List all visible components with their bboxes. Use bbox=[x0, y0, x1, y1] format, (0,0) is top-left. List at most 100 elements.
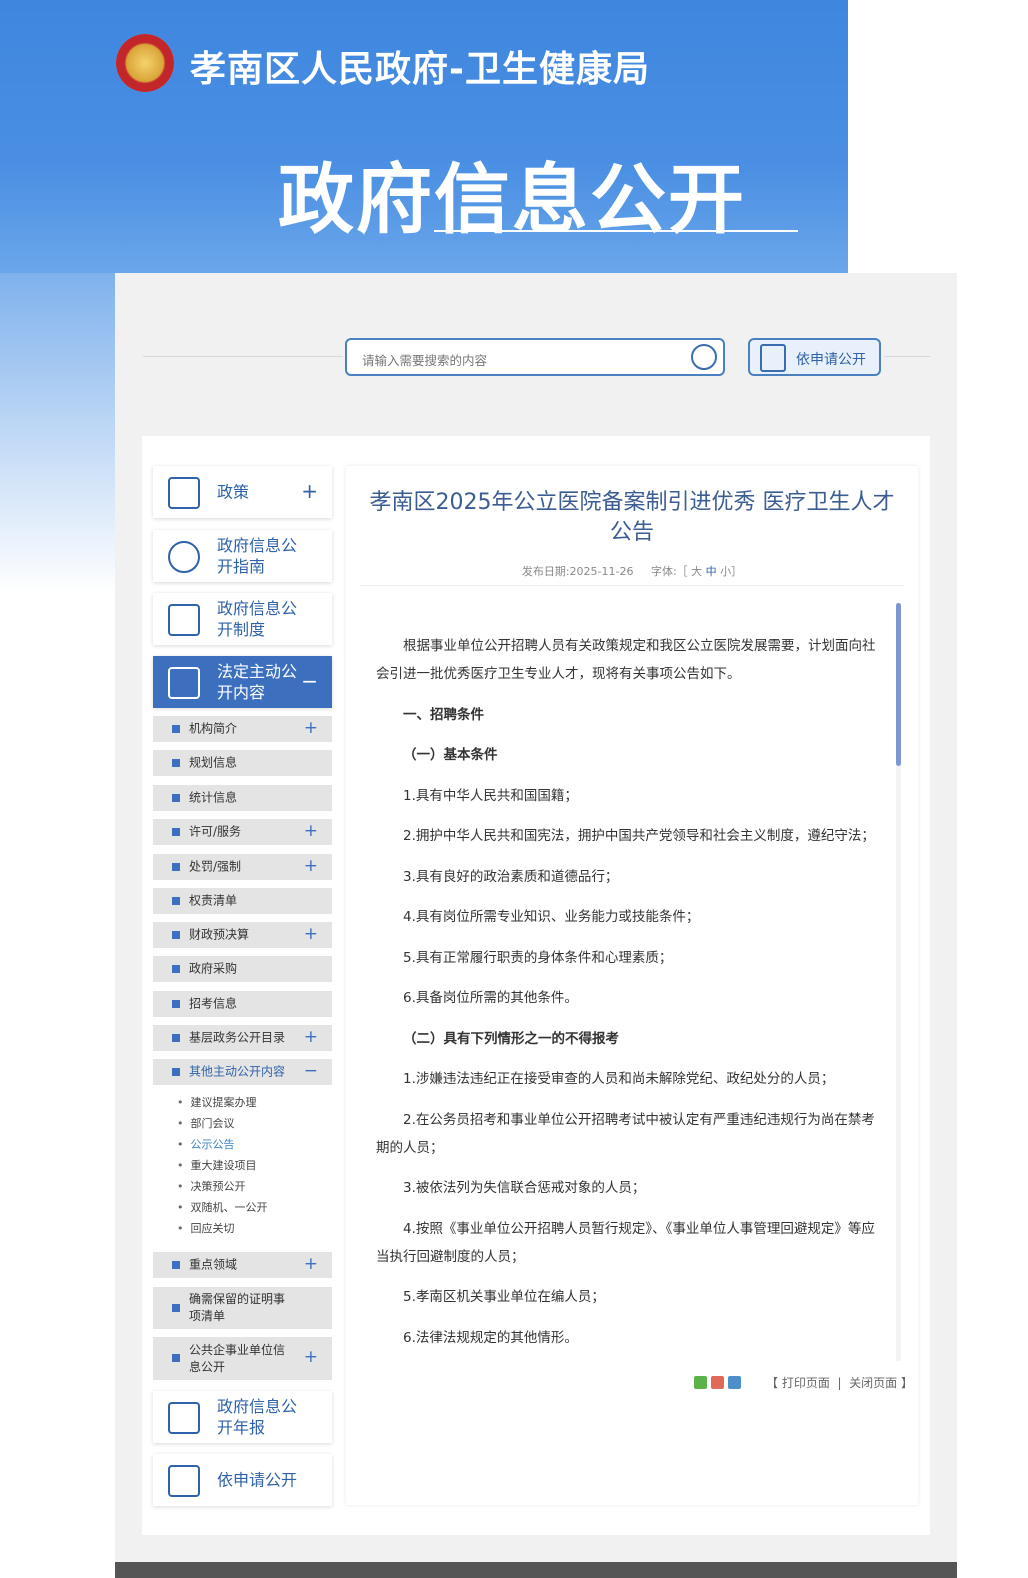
sidebar-subitem[interactable]: 统计信息 bbox=[153, 785, 332, 811]
grid-icon bbox=[172, 725, 180, 733]
sidebar-label: 政府信息公开年报 bbox=[217, 1397, 298, 1437]
sidebar-label: 招考信息 bbox=[189, 996, 238, 1011]
banner-fade bbox=[0, 273, 115, 593]
apply-label: 依申请公开 bbox=[796, 352, 866, 368]
sidebar-item-statutory[interactable]: 法定主动公开内容 − bbox=[153, 656, 332, 708]
sidebar-item-system[interactable]: 政府信息公开制度 bbox=[153, 593, 332, 645]
paragraph: 6.法律法规规定的其他情形。 bbox=[403, 1329, 578, 1346]
grid-icon bbox=[172, 1304, 180, 1312]
search-icon[interactable] bbox=[691, 344, 717, 370]
sidebar-subitem[interactable]: 财政预决算 + bbox=[153, 922, 332, 948]
paragraph: 1.具有中华人民共和国国籍； bbox=[403, 787, 578, 804]
grid-icon bbox=[172, 759, 180, 767]
sidebar-subitem[interactable]: 公共企事业单位信息公开 + bbox=[153, 1337, 332, 1380]
bracket: ］ bbox=[731, 565, 743, 578]
font-small-button[interactable]: 小 bbox=[720, 565, 731, 578]
qzone-share-icon[interactable] bbox=[728, 1376, 741, 1389]
sidebar-subitem[interactable]: 确需保留的证明事项清单 bbox=[153, 1287, 332, 1329]
sidebar-label: 政策 bbox=[217, 482, 250, 502]
expand-icon[interactable]: + bbox=[304, 1027, 318, 1047]
sidebar-subitem[interactable]: 招考信息 bbox=[153, 991, 332, 1017]
section-heading: （一）基本条件 bbox=[403, 747, 498, 763]
archive-icon bbox=[168, 604, 200, 636]
expand-icon[interactable]: + bbox=[304, 821, 318, 841]
font-medium-button[interactable]: 中 bbox=[706, 565, 717, 578]
sidebar-subitem[interactable]: 基层政务公开目录 + bbox=[153, 1025, 332, 1051]
sidebar-label: 其他主动公开内容 bbox=[189, 1064, 286, 1079]
expand-icon[interactable]: + bbox=[304, 856, 318, 876]
grid-icon bbox=[172, 931, 180, 939]
expand-icon[interactable]: + bbox=[304, 1254, 318, 1274]
scrollbar-thumb[interactable] bbox=[896, 603, 901, 766]
collapse-icon[interactable]: − bbox=[304, 1061, 318, 1081]
national-emblem-logo bbox=[116, 34, 174, 92]
sidebar-label: 机构简介 bbox=[189, 721, 238, 736]
sidebar-subitem-active[interactable]: 其他主动公开内容 − bbox=[153, 1059, 332, 1085]
sidebar-label: 财政预决算 bbox=[189, 927, 250, 942]
sidebar-link[interactable]: 回应关切 bbox=[177, 1220, 235, 1236]
expand-icon[interactable]: + bbox=[304, 718, 318, 738]
sidebar-label: 确需保留的证明事项清单 bbox=[189, 1292, 286, 1323]
clipboard-icon bbox=[168, 667, 200, 699]
sidebar-link[interactable]: 决策预公开 bbox=[177, 1178, 246, 1194]
wechat-share-icon[interactable] bbox=[694, 1376, 707, 1389]
hero-underline bbox=[434, 230, 798, 232]
apply-disclosure-button[interactable]: 依申请公开 bbox=[748, 338, 881, 376]
grid-icon bbox=[172, 863, 180, 871]
paragraph: 3.被依法列为失信联合惩戒对象的人员； bbox=[403, 1180, 646, 1196]
sidebar-subitem[interactable]: 权责清单 bbox=[153, 888, 332, 914]
divider bbox=[360, 585, 904, 586]
sidebar-item-apply[interactable]: 依申请公开 bbox=[153, 1454, 332, 1506]
header-banner: 孝南区人民政府-卫生健康局 政府信息公开 bbox=[0, 0, 848, 273]
sidebar-link[interactable]: 建议提案办理 bbox=[177, 1094, 257, 1110]
sidebar-link[interactable]: 部门会议 bbox=[177, 1115, 235, 1131]
paragraph: 4.按照《事业单位公开招聘人员暂行规定》、《事业单位人事管理回避规定》等应当执行… bbox=[376, 1220, 875, 1265]
annual-report-icon bbox=[168, 1402, 200, 1434]
sidebar-label: 权责清单 bbox=[189, 893, 238, 908]
sidebar-item-annual-report[interactable]: 政府信息公开年报 bbox=[153, 1391, 332, 1443]
weibo-share-icon[interactable] bbox=[711, 1376, 724, 1389]
sidebar-subitem[interactable]: 处罚/强制 + bbox=[153, 854, 332, 880]
collapse-icon[interactable]: − bbox=[301, 669, 318, 693]
sidebar-link[interactable]: 双随机、一公开 bbox=[177, 1199, 268, 1215]
site-title: 孝南区人民政府-卫生健康局 bbox=[190, 49, 650, 90]
sidebar-label: 政府采购 bbox=[189, 961, 238, 976]
sidebar-link-active[interactable]: 公示公告 bbox=[177, 1136, 235, 1152]
article-title: 孝南区2025年公立医院备案制引进优秀 医疗卫生人才公告 bbox=[369, 490, 895, 545]
sidebar-label: 基层政务公开目录 bbox=[189, 1030, 286, 1045]
sidebar-item-policy[interactable]: 政策 + bbox=[153, 466, 332, 518]
search-placeholder: 请输入需要搜索的内容 bbox=[362, 353, 488, 368]
font-large-button[interactable]: 大 bbox=[691, 565, 702, 578]
scrollbar[interactable] bbox=[896, 603, 901, 1361]
expand-icon[interactable]: + bbox=[301, 479, 318, 503]
sidebar-label: 规划信息 bbox=[189, 755, 238, 770]
close-page-link[interactable]: 关闭页面 】 bbox=[849, 1376, 913, 1390]
expand-icon[interactable]: + bbox=[304, 1347, 318, 1367]
sidebar-label: 统计信息 bbox=[189, 790, 238, 805]
sidebar-subitem[interactable]: 政府采购 bbox=[153, 956, 332, 982]
paragraph: 2.在公务员招考和事业单位公开招聘考试中被认定有严重违纪违规行为尚在禁考期的人员… bbox=[376, 1111, 875, 1156]
grid-icon bbox=[172, 965, 180, 973]
sidebar-subitem[interactable]: 许可/服务 + bbox=[153, 819, 332, 845]
paragraph: 5.孝南区机关事业单位在编人员； bbox=[403, 1289, 605, 1305]
expand-icon[interactable]: + bbox=[304, 924, 318, 944]
grid-icon bbox=[172, 1000, 180, 1008]
paragraph: 6.具备岗位所需的其他条件。 bbox=[403, 990, 578, 1006]
print-page-link[interactable]: 【 打印页面 bbox=[766, 1376, 830, 1390]
sidebar-label: 重点领域 bbox=[189, 1257, 238, 1272]
grid-icon bbox=[172, 1354, 180, 1362]
sidebar-subitem[interactable]: 规划信息 bbox=[153, 750, 332, 776]
paragraph: 5.具有正常履行职责的身体条件和心理素质； bbox=[403, 949, 673, 966]
article-body: 根据事业单位公开招聘人员有关政策规定和我区公立医院发展需要，计划面向社会引进一批… bbox=[376, 632, 876, 1364]
sidebar-subitem[interactable]: 机构简介 + bbox=[153, 716, 332, 742]
paragraph: 1.涉嫌违法违纪正在接受审查的人员和尚未解除党纪、政纪处分的人员； bbox=[403, 1071, 835, 1087]
sidebar-subitem[interactable]: 重点领域 + bbox=[153, 1252, 332, 1278]
grid-icon bbox=[172, 1261, 180, 1269]
sidebar-link[interactable]: 重大建设项目 bbox=[177, 1157, 257, 1173]
sidebar-label: 许可/服务 bbox=[189, 824, 242, 839]
grid-icon bbox=[172, 828, 180, 836]
sidebar-item-guide[interactable]: 政府信息公开指南 bbox=[153, 530, 332, 582]
font-size-label: 字体:［ bbox=[650, 565, 688, 578]
paragraph: 4.具有岗位所需专业知识、业务能力或技能条件； bbox=[403, 909, 700, 925]
search-input[interactable]: 请输入需要搜索的内容 bbox=[345, 338, 725, 376]
